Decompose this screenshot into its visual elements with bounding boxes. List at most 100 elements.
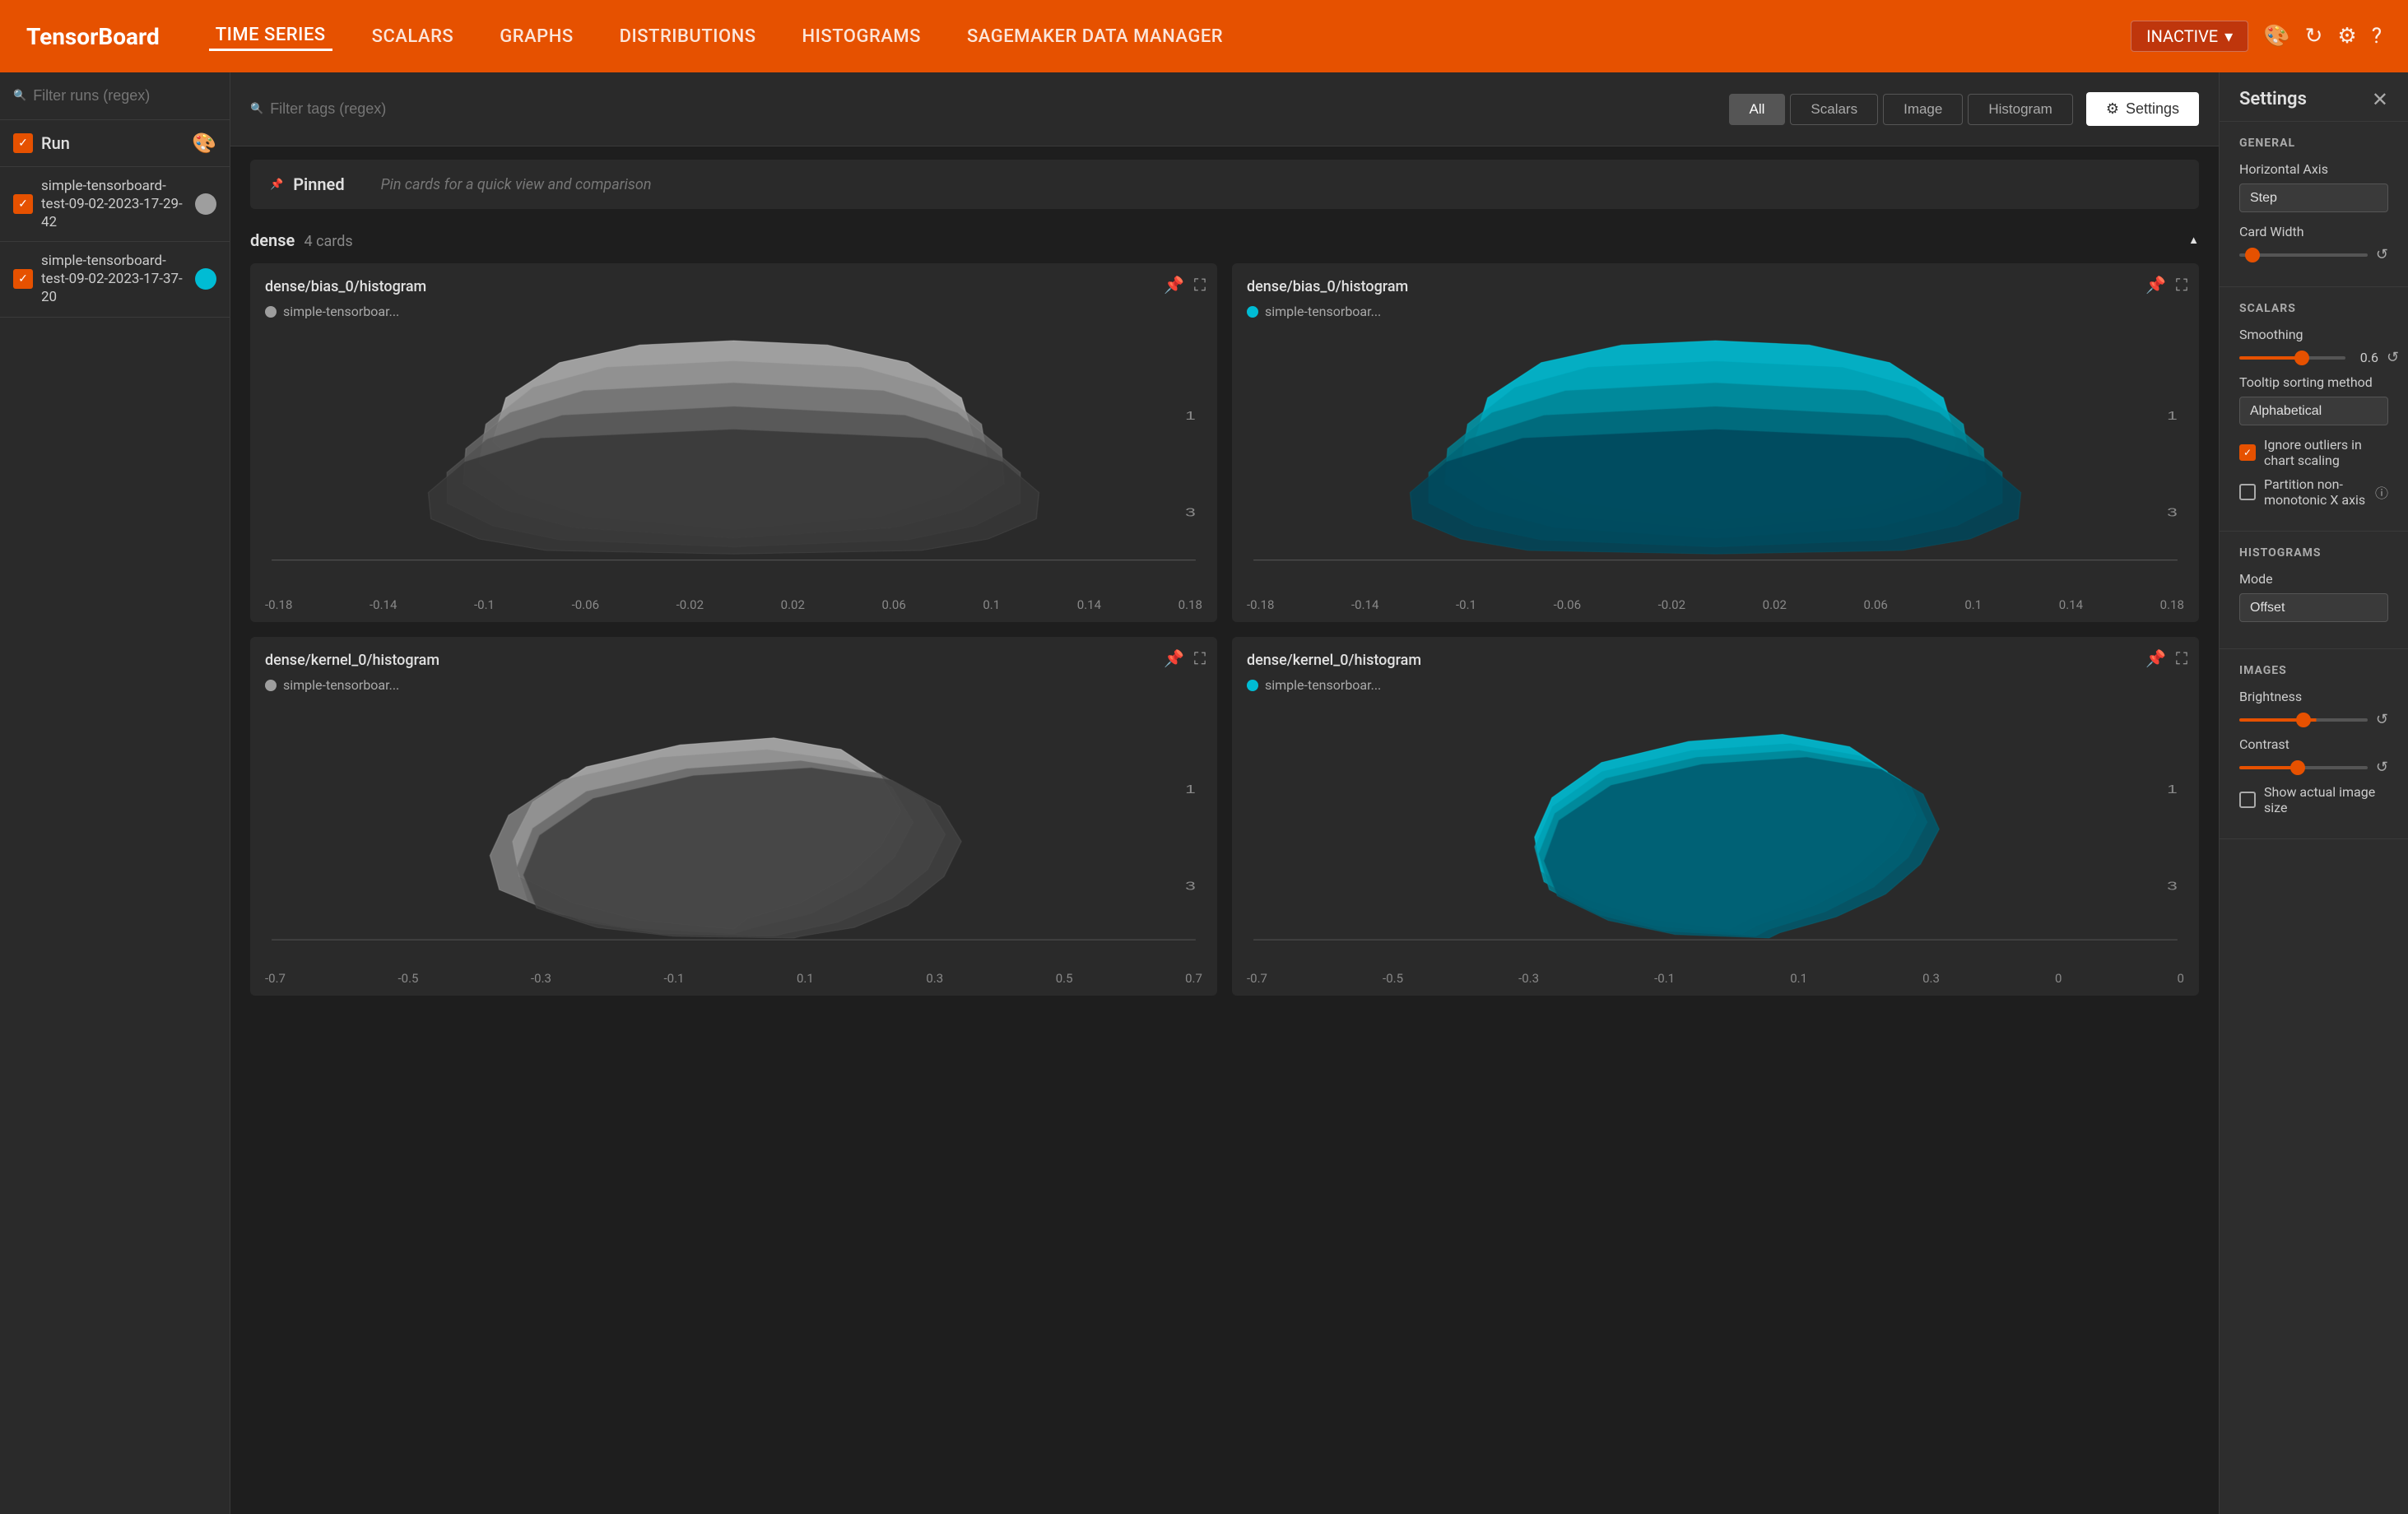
settings-general-title: GENERAL — [2239, 137, 2388, 150]
settings-icon[interactable]: ⚙ — [2337, 24, 2356, 49]
run-item-1[interactable]: ✓ simple-tensorboard-test-09-02-2023-17-… — [0, 242, 230, 317]
card-0-x-axis: -0.18-0.14-0.1-0.06-0.020.020.060.10.140… — [265, 594, 1202, 615]
card-2-title: dense/kernel_0/histogram — [265, 652, 1202, 669]
tooltip-sort-select[interactable]: Alphabetical Ascending Descending None — [2239, 397, 2388, 425]
card-2-chart: 1 3 -0.7-0.5-0.3-0.10.10.30.50.7 — [265, 701, 1202, 981]
partition-info-icon[interactable]: ⓘ — [2375, 482, 2388, 502]
partition-x-row: Partition non-monotonic X axis ⓘ — [2239, 476, 2388, 508]
partition-x-checkbox[interactable] — [2239, 484, 2256, 500]
card-width-slider-row: ↺ — [2239, 246, 2388, 263]
show-actual-size-checkbox[interactable] — [2239, 792, 2256, 808]
card-0-chart: 1 3 -0.18-0.14-0.1-0.06-0.020.020.060.10… — [265, 327, 1202, 607]
brightness-reset-icon[interactable]: ↺ — [2376, 711, 2388, 728]
settings-images-title: IMAGES — [2239, 664, 2388, 677]
card-1-title: dense/bias_0/histogram — [1247, 278, 2184, 295]
run-1-name: simple-tensorboard-test-09-02-2023-17-37… — [41, 252, 187, 306]
filter-histogram-btn[interactable]: Histogram — [1968, 94, 2072, 125]
filter-image-btn[interactable]: Image — [1883, 94, 1963, 125]
run-all-checkbox[interactable]: ✓ — [13, 133, 33, 153]
settings-scalars-title: SCALARS — [2239, 302, 2388, 315]
card-2-pin-btn[interactable]: 📌 — [1164, 648, 1184, 668]
horizontal-axis-label: Horizontal Axis — [2239, 161, 2388, 177]
help-icon[interactable]: ? — [2372, 24, 2382, 49]
settings-close-btn[interactable]: ✕ — [2372, 90, 2388, 109]
card-2-actions: 📌 ⛶ — [1164, 648, 1206, 668]
section-header: dense 4 cards ▲ — [250, 222, 2199, 263]
card-2-x-axis: -0.7-0.5-0.3-0.10.10.30.50.7 — [265, 968, 1202, 989]
histogram-mode-select[interactable]: Offset Overlay — [2239, 593, 2388, 622]
run-1-checkbox[interactable]: ✓ — [13, 269, 33, 289]
svg-text:3: 3 — [2167, 506, 2178, 519]
card-3-expand-btn[interactable]: ⛶ — [2176, 648, 2187, 668]
card-1-expand-btn[interactable]: ⛶ — [2176, 275, 2187, 295]
filter-scalars-btn[interactable]: Scalars — [1790, 94, 1878, 125]
settings-scalars-section: SCALARS Smoothing 0.6 ↺ Tooltip sorting … — [2220, 287, 2408, 532]
brightness-slider-row: ↺ — [2239, 711, 2388, 728]
settings-panel-header: Settings ✕ — [2220, 72, 2408, 122]
palette-icon[interactable]: 🎨 — [2263, 24, 2289, 49]
card-width-reset-icon[interactable]: ↺ — [2376, 246, 2388, 263]
card-0-pin-btn[interactable]: 📌 — [1164, 275, 1184, 295]
card-3-pin-btn[interactable]: 📌 — [2145, 648, 2166, 668]
contrast-slider[interactable] — [2239, 766, 2368, 769]
section-title: dense — [250, 230, 295, 250]
card-3-actions: 📌 ⛶ — [2145, 648, 2187, 668]
cards-area: 📌 Pinned Pin cards for a quick view and … — [230, 146, 2219, 1514]
collapse-icon[interactable]: ▲ — [2188, 234, 2199, 247]
tooltip-label: Tooltip sorting method — [2239, 374, 2388, 390]
card-1-run: simple-tensorboar... — [1247, 304, 2184, 319]
svg-text:1: 1 — [2167, 410, 2178, 423]
topnav: TensorBoard TIME SERIES SCALARS GRAPHS D… — [0, 0, 2408, 72]
cards-grid: dense/bias_0/histogram simple-tensorboar… — [250, 263, 2199, 996]
nav-histograms[interactable]: HISTOGRAMS — [796, 23, 927, 50]
card-2: dense/kernel_0/histogram simple-tensorbo… — [250, 637, 1217, 996]
nav-time-series[interactable]: TIME SERIES — [209, 21, 332, 51]
nav-distributions[interactable]: DISTRIBUTIONS — [613, 23, 763, 50]
section-count: 4 cards — [304, 233, 352, 250]
card-3-run-dot — [1247, 680, 1258, 691]
horizontal-axis-select[interactable]: Step Relative Wall — [2239, 183, 2388, 212]
contrast-reset-icon[interactable]: ↺ — [2376, 759, 2388, 776]
settings-open-btn[interactable]: ⚙ Settings — [2086, 92, 2199, 126]
card-3-run: simple-tensorboar... — [1247, 677, 2184, 693]
nav-sagemaker[interactable]: SAGEMAKER DATA MANAGER — [960, 23, 1230, 50]
sidebar-search-area: 🔍 — [0, 72, 230, 120]
card-0-run: simple-tensorboar... — [265, 304, 1202, 319]
smoothing-reset-icon[interactable]: ↺ — [2387, 349, 2399, 366]
card-width-label: Card Width — [2239, 224, 2388, 239]
run-item-0[interactable]: ✓ simple-tensorboard-test-09-02-2023-17-… — [0, 167, 230, 242]
run-0-checkbox[interactable]: ✓ — [13, 194, 33, 214]
brightness-slider[interactable] — [2239, 718, 2368, 722]
nav-scalars[interactable]: SCALARS — [365, 23, 461, 50]
main-content: 🔍 All Scalars Image Histogram ⚙ Settings… — [230, 72, 2219, 1514]
show-actual-size-label: Show actual image size — [2264, 784, 2388, 815]
status-badge[interactable]: INACTIVE ▾ — [2131, 21, 2248, 52]
card-0-expand-btn[interactable]: ⛶ — [1194, 275, 1206, 295]
svg-text:1: 1 — [1185, 410, 1196, 423]
filter-all-btn[interactable]: All — [1729, 94, 1786, 125]
settings-gear-icon: ⚙ — [2106, 100, 2119, 118]
color-palette-icon[interactable]: 🎨 — [192, 132, 216, 155]
settings-histograms-section: HISTOGRAMS Mode Offset Overlay — [2220, 532, 2408, 649]
card-width-slider[interactable] — [2239, 253, 2368, 257]
card-2-expand-btn[interactable]: ⛶ — [1194, 648, 1206, 668]
main-toolbar: 🔍 All Scalars Image Histogram ⚙ Settings — [230, 72, 2219, 146]
run-filter-input[interactable] — [33, 87, 216, 104]
card-1-actions: 📌 ⛶ — [2145, 275, 2187, 295]
chevron-down-icon: ▾ — [2224, 26, 2233, 46]
refresh-icon[interactable]: ↻ — [2305, 24, 2323, 49]
nav-graphs[interactable]: GRAPHS — [493, 23, 579, 50]
ignore-outliers-checkbox[interactable]: ✓ — [2239, 444, 2256, 461]
settings-histograms-title: HISTOGRAMS — [2239, 546, 2388, 560]
run-1-dot — [195, 268, 216, 290]
tag-filter-input[interactable] — [270, 100, 517, 118]
search-icon: 🔍 — [13, 90, 26, 102]
smoothing-value: 0.6 — [2354, 350, 2378, 365]
card-1-pin-btn[interactable]: 📌 — [2145, 275, 2166, 295]
run-label: ✓ Run — [13, 133, 70, 153]
card-1-chart: 1 3 -0.18-0.14-0.1-0.06-0.020.020.060.10… — [1247, 327, 2184, 607]
contrast-slider-row: ↺ — [2239, 759, 2388, 776]
card-0-actions: 📌 ⛶ — [1164, 275, 1206, 295]
smoothing-slider[interactable] — [2239, 356, 2345, 360]
run-0-dot — [195, 193, 216, 215]
